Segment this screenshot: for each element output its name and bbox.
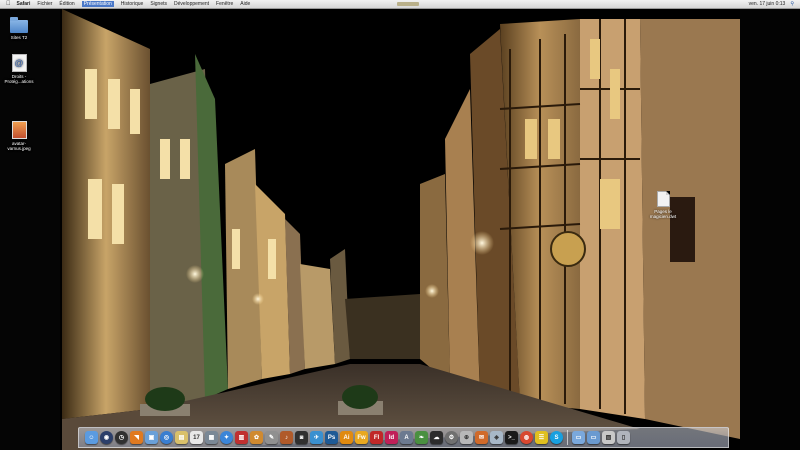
menu-fichier[interactable]: Fichier	[37, 1, 52, 7]
street-night-scene	[0, 9, 800, 450]
document-icon: @	[11, 54, 27, 72]
indesign-icon[interactable]: Id	[385, 431, 398, 444]
cloud-icon[interactable]: ☁	[430, 431, 443, 444]
desktop-page-file[interactable]: Pages le magicien.dwt	[648, 191, 678, 219]
gear-icon[interactable]: ⚙	[445, 431, 458, 444]
desktop-wallpaper	[0, 9, 800, 450]
dashboard-icon[interactable]: ◉	[100, 431, 113, 444]
safari-icon[interactable]: ✦	[220, 431, 233, 444]
clock-icon[interactable]: ◷	[115, 431, 128, 444]
camera-icon[interactable]: ◙	[295, 431, 308, 444]
dock-separator	[567, 430, 568, 445]
documents-folder-icon[interactable]: ▭	[587, 431, 600, 444]
status-area: ven. 17 juin 0:13 ⚲	[749, 0, 794, 8]
folder-icon	[10, 17, 28, 33]
apple-menu-icon[interactable]: 	[6, 1, 11, 7]
menu-items: Safari Fichier Édition Présentation Historiq…	[17, 1, 258, 7]
photo-app-icon[interactable]: ▣	[145, 431, 158, 444]
preview-icon[interactable]: ▦	[205, 431, 218, 444]
desktop-folder[interactable]: Sites T2	[4, 17, 34, 40]
rss-icon[interactable]: ◥	[130, 431, 143, 444]
dock: ☺ ◉ ◷ ◥ ▣ ◎ ▤ 17 ▦ ✦ ▥ ✿ ✎ ♪ ◙ ✈ Ps Ai Fw Fl Id A ❧ ☁ ⚙ ⊕ ✉ ◈ >_ ◍ ☰ S ▭…	[78, 427, 729, 448]
finder-icon[interactable]: ☺	[85, 431, 98, 444]
notes-icon[interactable]: ▤	[175, 431, 188, 444]
desktop-document[interactable]: @ Droits - Protég...ations	[4, 54, 34, 84]
flash-icon[interactable]: Fl	[370, 431, 383, 444]
chat-icon[interactable]: ☰	[535, 431, 548, 444]
bird-icon[interactable]: ✈	[310, 431, 323, 444]
progress-indicator	[397, 2, 419, 6]
desktop-image-file[interactable]: avatar- varnus.jpeg	[4, 121, 34, 151]
trash-icon[interactable]: ▯	[617, 431, 630, 444]
menu-developpement[interactable]: Développement	[174, 1, 209, 7]
image-file-icon	[11, 121, 27, 139]
menu-presentation[interactable]: Présentation	[81, 1, 114, 7]
menu-safari[interactable]: Safari	[17, 1, 31, 7]
mail-icon[interactable]: ✉	[475, 431, 488, 444]
chrome-icon[interactable]: ◍	[520, 431, 533, 444]
font-icon[interactable]: A	[400, 431, 413, 444]
desktop-icon-label: Pages le magicien.dwt	[649, 209, 677, 219]
reader-icon[interactable]: ▥	[235, 431, 248, 444]
menu-aide[interactable]: Aide	[240, 1, 250, 7]
menu-fenetre[interactable]: Fenêtre	[216, 1, 233, 7]
network-icon[interactable]: ⊕	[460, 431, 473, 444]
globe-icon[interactable]: ◎	[160, 431, 173, 444]
desktop-icon-label: Droits - Protég...ations	[4, 74, 34, 84]
desktop-icon-label: avatar- varnus.jpeg	[7, 141, 31, 151]
skype-icon[interactable]: S	[550, 431, 563, 444]
fireworks-icon[interactable]: Fw	[355, 431, 368, 444]
menu-edition[interactable]: Édition	[59, 1, 74, 7]
terminal-icon[interactable]: >_	[505, 431, 518, 444]
menu-signets[interactable]: Signets	[150, 1, 167, 7]
tools-icon[interactable]: ✎	[265, 431, 278, 444]
illustrator-icon[interactable]: Ai	[340, 431, 353, 444]
menu-bar:  Safari Fichier Édition Présentation Histor…	[0, 0, 800, 9]
photoshop-icon[interactable]: Ps	[325, 431, 338, 444]
guitar-icon[interactable]: ♪	[280, 431, 293, 444]
clock[interactable]: ven. 17 juin 0:13	[749, 1, 786, 7]
leaf-icon[interactable]: ❧	[415, 431, 428, 444]
downloads-folder-icon[interactable]: ▭	[572, 431, 585, 444]
menu-historique[interactable]: Historique	[121, 1, 144, 7]
search-icon[interactable]: ⚲	[790, 1, 794, 7]
iphoto-icon[interactable]: ✿	[250, 431, 263, 444]
box-icon[interactable]: ◈	[490, 431, 503, 444]
stack-icon[interactable]: ▧	[602, 431, 615, 444]
page-icon	[656, 191, 670, 207]
calendar-icon[interactable]: 17	[190, 431, 203, 444]
desktop-icon-label: Sites T2	[10, 35, 28, 40]
